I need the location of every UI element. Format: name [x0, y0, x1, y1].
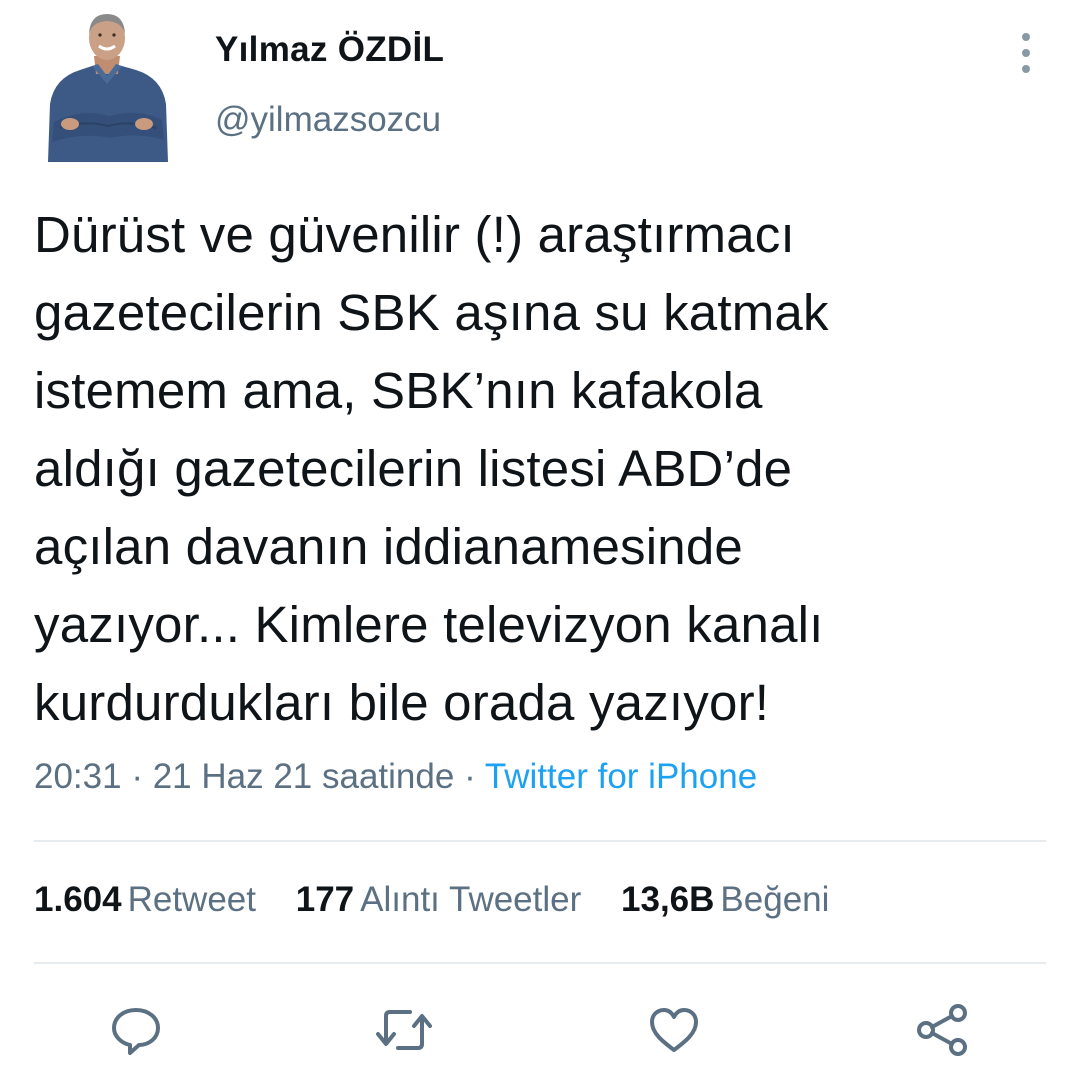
reply-icon [112, 1008, 160, 1055]
tweet-text-line: istemem ama, SBK’nın kafakola [34, 362, 763, 419]
tweet-meta: 20:31 · 21 Haz 21 saatinde · Twitter for… [34, 757, 757, 797]
like-count-link[interactable]: 13,6B Beğeni [621, 880, 829, 920]
tweet-date[interactable]: 21 Haz 21 saatinde [153, 757, 455, 796]
tweet-text: Dürüst ve güvenilir (!) araştırmacı gaze… [34, 196, 1044, 742]
reply-button[interactable] [106, 1000, 166, 1060]
quote-count-link[interactable]: 177 Alıntı Tweetler [296, 880, 582, 920]
meta-separator: · [131, 757, 143, 796]
tweet-text-line: aldığı gazetecilerin listesi ABD’de [34, 440, 793, 497]
retweet-label: Retweet [127, 880, 256, 919]
tweet-text-line: Dürüst ve güvenilir (!) araştırmacı [34, 206, 795, 263]
like-label: Beğeni [720, 880, 830, 919]
quote-count: 177 [295, 880, 355, 919]
divider [34, 962, 1046, 964]
author-handle[interactable]: @yilmazsozcu [215, 100, 441, 140]
retweet-button[interactable] [374, 1000, 434, 1060]
avatar[interactable] [40, 4, 174, 162]
divider [34, 840, 1046, 842]
meta-separator: · [464, 757, 476, 796]
like-count: 13,6B [621, 880, 715, 919]
more-options-button[interactable] [1006, 30, 1046, 76]
author-display-name[interactable]: Yılmaz ÖZDİL [215, 30, 444, 70]
quote-label: Alıntı Tweetler [360, 880, 582, 919]
tweet-text-line: açılan davanın iddianamesinde [34, 518, 743, 575]
retweet-count: 1.604 [34, 880, 122, 919]
profile-photo [48, 14, 168, 162]
share-button[interactable] [912, 1000, 972, 1060]
retweet-count-link[interactable]: 1.604 Retweet [34, 880, 256, 920]
more-vertical-icon [1022, 33, 1030, 73]
tweet-text-line: yazıyor... Kimlere televizyon kanalı [34, 596, 824, 653]
tweet-text-line: kurdurdukları bile orada yazıyor! [34, 674, 770, 731]
tweet-source-link[interactable]: Twitter for iPhone [485, 757, 757, 796]
share-icon [917, 1004, 967, 1056]
heart-icon [650, 1008, 698, 1052]
like-button[interactable] [644, 1000, 704, 1060]
tweet-time[interactable]: 20:31 [34, 757, 122, 796]
tweet-text-line: gazetecilerin SBK aşına su katmak [34, 284, 829, 341]
retweet-icon [376, 1010, 432, 1050]
tweet-stats: 1.604 Retweet 177 Alıntı Tweetler 13,6B Beğ… [34, 880, 859, 920]
